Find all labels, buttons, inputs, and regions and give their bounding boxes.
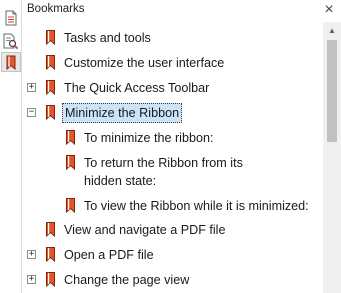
bookmark-item-selected[interactable]: − Minimize the Ribbon [22, 102, 323, 124]
bookmark-label: To minimize the ribbon: [84, 131, 214, 145]
bookmark-icon [66, 130, 75, 145]
panel-title: Bookmarks [27, 3, 85, 15]
page-thumbnails-icon [5, 10, 17, 26]
bookmark-icon [46, 247, 55, 262]
bookmark-item[interactable]: + The Quick Access Toolbar [22, 78, 323, 98]
bookmark-item[interactable]: To view the Ribbon while it is minimized… [22, 196, 323, 216]
bookmark-label: Open a PDF file [64, 248, 154, 262]
bookmark-item[interactable]: To minimize the ribbon: [22, 128, 323, 148]
expand-icon[interactable]: + [27, 275, 36, 284]
bookmark-label: Minimize the Ribbon [62, 103, 183, 123]
bookmark-icon [46, 80, 55, 95]
bookmark-label: Tasks and tools [64, 31, 151, 45]
bookmark-tree: Tasks and tools Customize the user inter… [22, 22, 323, 293]
bookmark-item[interactable]: View and navigate a PDF file [22, 220, 323, 240]
bookmark-item[interactable]: + Change the page view [22, 270, 323, 290]
bookmark-icon [46, 105, 55, 120]
scroll-thumb[interactable] [327, 40, 337, 142]
expand-icon[interactable]: + [27, 83, 36, 92]
bookmark-icon [46, 222, 55, 237]
bookmark-panel-icon [6, 55, 16, 70]
bookmark-icon [66, 155, 75, 170]
bookmark-label: Customize the user interface [64, 56, 225, 70]
bookmark-icon [46, 55, 55, 70]
bookmark-label: View and navigate a PDF file [64, 223, 226, 237]
bookmarks-panel-button[interactable] [1, 52, 21, 72]
bookmark-icon [46, 272, 55, 287]
search-document-icon [3, 33, 19, 49]
vertical-scrollbar[interactable]: ▲ [323, 22, 341, 293]
bookmark-label: To return the Ribbon from its hidden sta… [84, 156, 243, 188]
expand-icon[interactable]: + [27, 250, 36, 259]
panel-toolstrip [0, 0, 22, 293]
bookmark-icon [66, 198, 75, 213]
close-icon: × [324, 1, 334, 18]
scroll-up-button[interactable]: ▲ [323, 22, 341, 39]
bookmark-icon [46, 30, 55, 45]
bookmark-item[interactable]: Customize the user interface [22, 53, 323, 73]
bookmark-label: To view the Ribbon while it is minimized… [84, 199, 309, 213]
collapse-icon[interactable]: − [27, 108, 36, 117]
bookmark-item[interactable]: + Open a PDF file [22, 245, 323, 265]
bookmark-item[interactable]: Tasks and tools [22, 28, 323, 48]
bookmark-label: The Quick Access Toolbar [64, 81, 210, 95]
bookmark-label: Change the page view [64, 273, 190, 287]
page-thumbnails-button[interactable] [1, 8, 21, 28]
close-panel-button[interactable]: × [321, 2, 337, 18]
bookmark-item[interactable]: To return the Ribbon from its hidden sta… [22, 153, 323, 191]
search-document-button[interactable] [1, 31, 21, 51]
scroll-up-icon: ▲ [328, 26, 336, 35]
panel-header: Bookmarks × [22, 0, 341, 22]
